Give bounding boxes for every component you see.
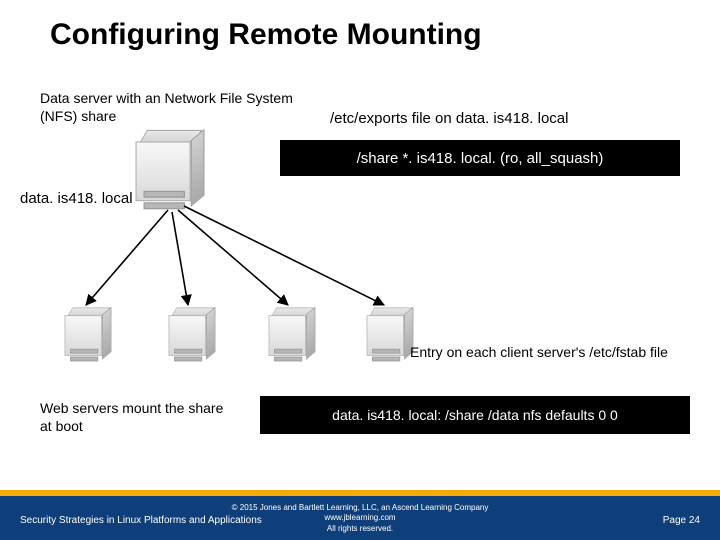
footer-copyright-line1: © 2015 Jones and Bartlett Learning, LLC,… (0, 503, 720, 513)
client-server-icon (367, 307, 414, 360)
web-servers-caption: Web servers mount the share at boot (40, 400, 230, 435)
fstab-entry-label: Entry on each client server's /etc/fstab… (410, 344, 690, 362)
client-server-icon (169, 307, 216, 360)
footer-copyright-line3: All rights reserved. (0, 524, 720, 534)
exports-line-text: /share *. is418. local. (ro, all_squash) (357, 150, 604, 167)
client-server-icon (269, 307, 316, 360)
fstab-line-text: data. is418. local: /share /data nfs def… (332, 407, 618, 423)
slide-title: Configuring Remote Mounting (50, 18, 482, 52)
exports-file-content: /share *. is418. local. (ro, all_squash) (280, 140, 680, 176)
slide-root: Configuring Remote Mounting Data server … (0, 0, 720, 540)
exports-file-label: /etc/exports file on data. is418. local (330, 110, 670, 129)
data-server-caption: Data server with an Network File System … (40, 90, 300, 125)
footer-copyright: © 2015 Jones and Bartlett Learning, LLC,… (0, 503, 720, 534)
footer-copyright-line2: www.jblearning.com (0, 513, 720, 523)
client-server-icon (65, 307, 112, 360)
fstab-entry-content: data. is418. local: /share /data nfs def… (260, 396, 690, 434)
data-server-hostname: data. is418. local (20, 190, 133, 209)
page-number: Page 24 (663, 515, 700, 526)
arrows-icon (0, 0, 720, 540)
data-server-icon (136, 130, 205, 208)
